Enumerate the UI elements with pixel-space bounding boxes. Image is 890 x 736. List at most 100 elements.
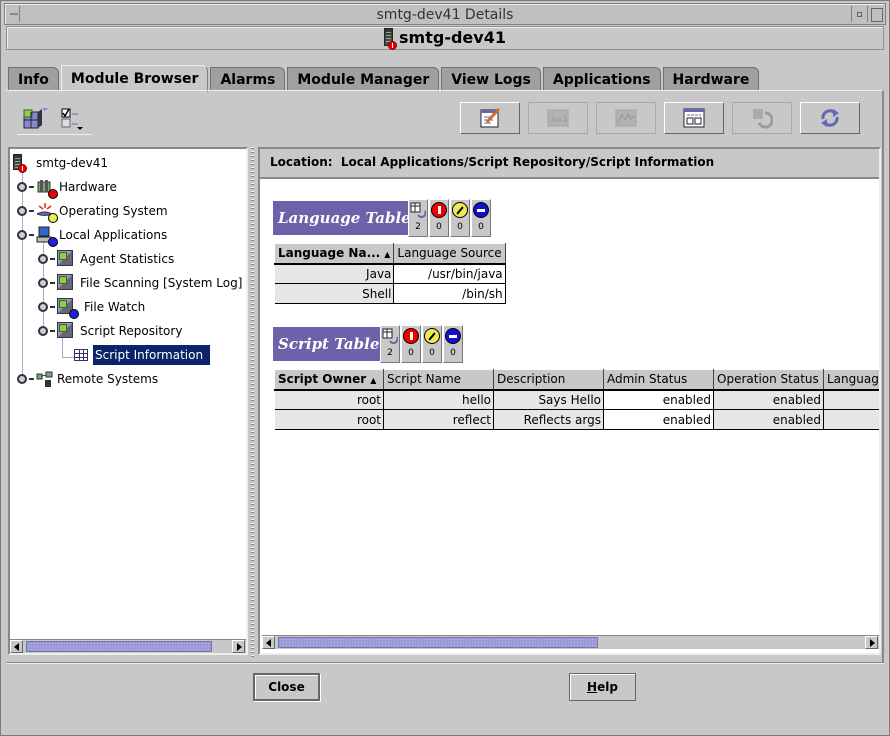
module-cube-icon — [57, 322, 75, 340]
critical-count-badge[interactable]: 0 — [429, 199, 449, 237]
script-table-viewport: Script Owner ▲ Script Name Description Ad… — [274, 369, 879, 433]
scroll-right-arrow[interactable] — [232, 640, 245, 653]
row-count-badge[interactable]: 2 — [408, 199, 428, 237]
minimize-button[interactable] — [851, 6, 865, 22]
toolbar-divider — [17, 134, 92, 135]
tree-item-remote-systems[interactable]: Remote Systems — [17, 369, 158, 389]
pane-splitter[interactable] — [248, 145, 258, 657]
table-row[interactable]: root hello Says Hello enabled enabled — [274, 389, 879, 410]
script-table-title: Script Table — [273, 327, 385, 361]
column-header-admin-status[interactable]: Admin Status — [603, 369, 714, 391]
table-view-button[interactable] — [664, 102, 724, 134]
probe-n1-icon: n=1 — [547, 109, 569, 127]
down-count-badge[interactable]: 0 — [443, 325, 463, 363]
refresh-disabled-icon — [753, 109, 773, 129]
tree-horizontal-scrollbar[interactable] — [10, 639, 246, 653]
module-cube-icon — [57, 298, 79, 319]
edit-button[interactable] — [460, 102, 520, 134]
sort-ascending-icon: ▲ — [370, 376, 377, 386]
tab-bar: Info Module Browser Alarms Module Manage… — [8, 64, 761, 92]
probe-button[interactable]: n=1 — [528, 102, 588, 134]
expand-toggle-icon[interactable] — [17, 206, 27, 216]
content-horizontal-scrollbar[interactable] — [262, 635, 879, 649]
tree-item-agent-statistics[interactable]: Agent Statistics — [38, 249, 174, 269]
language-table-title: Language Table — [273, 201, 416, 235]
critical-count-badge[interactable]: 0 — [401, 325, 421, 363]
table-view-icon — [683, 108, 705, 128]
alert-count-badge[interactable]: 0 — [450, 199, 470, 237]
column-header-language[interactable]: Language — [823, 369, 879, 391]
scroll-thumb[interactable] — [278, 637, 598, 648]
tree-item-file-scanning[interactable]: File Scanning [System Log] — [38, 273, 242, 293]
column-header-language-name[interactable]: Language Na... ▲ — [273, 243, 395, 265]
expand-toggle-icon[interactable] — [38, 278, 48, 288]
view-options-button[interactable] — [60, 106, 86, 133]
table-row[interactable]: root reflect Reflects args enabled enabl… — [274, 409, 879, 430]
help-button[interactable]: Help — [569, 673, 636, 701]
scroll-left-arrow[interactable] — [262, 636, 275, 649]
tree-label: File Watch — [84, 300, 146, 314]
language-table-badges: 2 0 0 0 — [408, 199, 492, 237]
expand-toggle-icon[interactable] — [38, 254, 48, 264]
column-header-description[interactable]: Description — [493, 369, 604, 391]
location-bar: Location: Local Applications/Script Repo… — [260, 149, 879, 179]
collapse-toggle-icon[interactable] — [38, 326, 48, 336]
row-count-badge[interactable]: 2 — [380, 325, 400, 363]
tree-item-local-applications[interactable]: Local Applications — [17, 225, 167, 247]
tree-item-operating-system[interactable]: Operating System — [17, 201, 168, 223]
divider — [6, 662, 884, 664]
tree-item-script-repository[interactable]: Script Repository — [38, 321, 182, 341]
column-header-script-name[interactable]: Script Name — [383, 369, 494, 391]
scroll-right-arrow[interactable] — [865, 636, 878, 649]
tree-label: Remote Systems — [57, 372, 159, 386]
tab-module-browser[interactable]: Module Browser — [60, 65, 209, 92]
tab-hardware[interactable]: Hardware — [662, 67, 760, 91]
location-path: Local Applications/Script Repository/Scr… — [340, 155, 715, 169]
tab-applications[interactable]: Applications — [542, 67, 661, 91]
table-rows-icon — [382, 328, 398, 344]
table-row[interactable]: Shell /bin/sh — [274, 283, 506, 304]
tree-item-hardware[interactable]: Hardware — [17, 177, 117, 199]
table-rows-icon — [410, 202, 426, 218]
alert-count-badge[interactable]: 0 — [422, 325, 442, 363]
column-header-operation-status[interactable]: Operation Status — [713, 369, 824, 391]
column-header-language-source[interactable]: Language Source — [393, 243, 506, 265]
tab-view-logs[interactable]: View Logs — [441, 67, 541, 91]
refresh-disabled-button[interactable] — [732, 102, 792, 134]
refresh-icon — [821, 109, 839, 127]
close-button[interactable]: Close — [253, 673, 320, 701]
maximize-button[interactable] — [867, 6, 883, 22]
expand-toggle-icon[interactable] — [17, 182, 27, 192]
module-select-button[interactable] — [22, 106, 48, 133]
graph-button[interactable] — [596, 102, 656, 134]
module-select-icon — [23, 108, 48, 129]
tree-item-script-information[interactable]: Script Information — [74, 345, 211, 365]
scroll-thumb[interactable] — [26, 641, 212, 652]
down-icon — [445, 328, 461, 344]
tab-info[interactable]: Info — [8, 67, 59, 91]
alert-icon — [452, 202, 468, 218]
tab-module-manager[interactable]: Module Manager — [287, 67, 440, 91]
operating-system-icon — [36, 202, 58, 223]
script-table: Script Owner ▲ Script Name Description Ad… — [274, 369, 879, 430]
expand-toggle-icon[interactable] — [38, 302, 48, 312]
tab-alarms[interactable]: Alarms — [210, 67, 286, 91]
down-count-badge[interactable]: 0 — [471, 199, 491, 237]
window-title: smtg-dev41 Details — [376, 7, 514, 23]
scroll-left-arrow[interactable] — [10, 640, 23, 653]
title-bar[interactable]: smtg-dev41 Details — [4, 3, 886, 25]
critical-badge-icon — [388, 41, 398, 50]
tree-item-root[interactable]: smtg-dev41 — [13, 153, 108, 173]
expand-toggle-icon[interactable] — [17, 374, 27, 384]
column-header-script-owner[interactable]: Script Owner ▲ — [274, 369, 384, 391]
module-tree: smtg-dev41 Hardware Operating System Loc… — [8, 147, 248, 655]
table-row[interactable]: Java /usr/bin/java — [274, 263, 506, 284]
tree-item-file-watch[interactable]: File Watch — [38, 297, 146, 319]
down-icon — [473, 202, 489, 218]
details-header: smtg-dev41 — [6, 26, 884, 50]
refresh-button[interactable] — [800, 102, 860, 134]
module-cube-icon — [57, 274, 75, 292]
alert-icon — [424, 328, 440, 344]
table-icon — [74, 349, 88, 361]
collapse-toggle-icon[interactable] — [17, 230, 27, 240]
